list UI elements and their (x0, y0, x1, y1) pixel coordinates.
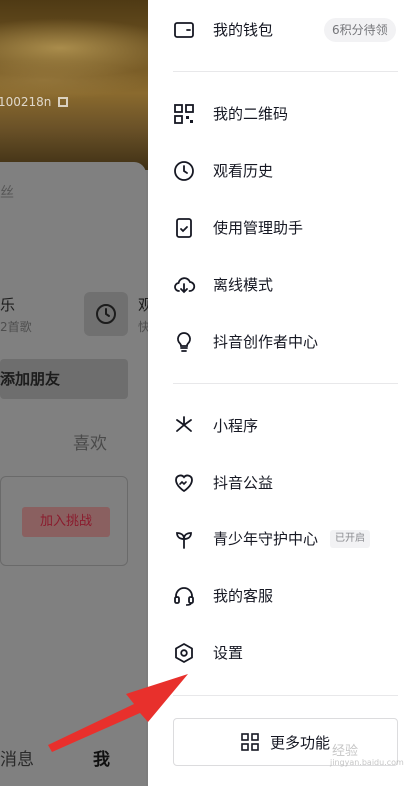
menu-item-watch-history[interactable]: 观看历史 (148, 146, 418, 196)
menu-item-mini-program[interactable]: 小程序 (148, 401, 418, 451)
add-friend-button: 添加朋友 (0, 359, 128, 399)
menu-item-label: 我的二维码 (213, 105, 289, 123)
menu-item-label: 离线模式 (213, 276, 274, 294)
tab-messages: 消息 (0, 750, 34, 770)
heart-charity-icon (175, 474, 193, 493)
menu-item-label: 观看历史 (213, 162, 274, 180)
clock-icon (174, 161, 194, 181)
phone-check-icon (176, 218, 192, 238)
wallet-icon (174, 22, 194, 38)
menu-item-label: 我的客服 (213, 587, 274, 605)
menu-item-label: 小程序 (213, 417, 259, 435)
qr-small-icon (58, 97, 68, 107)
settings-hexagon-icon (175, 643, 193, 663)
qr-code-icon (174, 104, 194, 124)
headset-icon (174, 587, 194, 606)
menu-item-qr-code[interactable]: 我的二维码 (148, 89, 418, 139)
menu-item-settings[interactable]: 设置 (148, 628, 418, 678)
profile-card (0, 162, 146, 786)
menu-item-offline-mode[interactable]: 离线模式 (148, 260, 418, 310)
menu-item-usage-assistant[interactable]: 使用管理助手 (148, 203, 418, 253)
profile-user-id: 100218n (0, 95, 52, 109)
cloud-download-icon (174, 277, 196, 294)
menu-item-label: 抖音创作者中心 (213, 333, 319, 351)
music-title: 乐 (0, 296, 16, 314)
menu-item-label: 我的钱包 (213, 21, 274, 39)
tab-likes: 喜欢 (73, 434, 107, 454)
menu-item-creator-center[interactable]: 抖音创作者中心 (148, 317, 418, 367)
fans-label: 丝 (0, 185, 14, 201)
music-count: 2首歌 (0, 320, 32, 334)
profile-background: 100218n 丝 乐 2首歌 观 快 添加朋友 喜欢 加入挑战 消息 我 (0, 0, 148, 786)
join-challenge-button: 加入挑战 (22, 507, 110, 537)
divider (173, 383, 398, 384)
sprout-icon (176, 532, 192, 549)
grid-apps-icon (241, 733, 259, 751)
divider (173, 71, 398, 72)
clock-icon (96, 304, 116, 324)
menu-item-label: 使用管理助手 (213, 219, 304, 237)
more-features-label: 更多功能 (270, 734, 331, 752)
watermark-text: 经验 (332, 744, 359, 759)
lightbulb-icon (177, 332, 191, 352)
side-menu: 我的钱包 6积分待领 我的二维码 观看历史 使用管理助手 离线模式 抖音创作者中… (148, 0, 418, 786)
watermark-sub: jingyan.baidu.com (330, 758, 404, 767)
profile-banner (0, 0, 148, 170)
menu-item-customer-service[interactable]: 我的客服 (148, 571, 418, 621)
menu-item-charity[interactable]: 抖音公益 (148, 458, 418, 508)
points-badge: 6积分待领 (324, 18, 396, 42)
mini-program-icon (176, 416, 192, 432)
menu-item-label: 抖音公益 (213, 474, 274, 492)
menu-item-teen-guard[interactable]: 青少年守护中心 已开启 (148, 514, 418, 564)
watch-sub: 快 (138, 320, 148, 334)
divider (173, 695, 398, 696)
menu-item-wallet[interactable]: 我的钱包 6积分待领 (148, 5, 418, 55)
menu-item-label: 设置 (213, 644, 244, 662)
tab-me: 我 (93, 750, 110, 770)
watch-title: 观 (138, 296, 148, 314)
watch-history-tile (84, 292, 128, 336)
enabled-badge: 已开启 (330, 530, 370, 548)
menu-item-label: 青少年守护中心 (213, 530, 319, 548)
